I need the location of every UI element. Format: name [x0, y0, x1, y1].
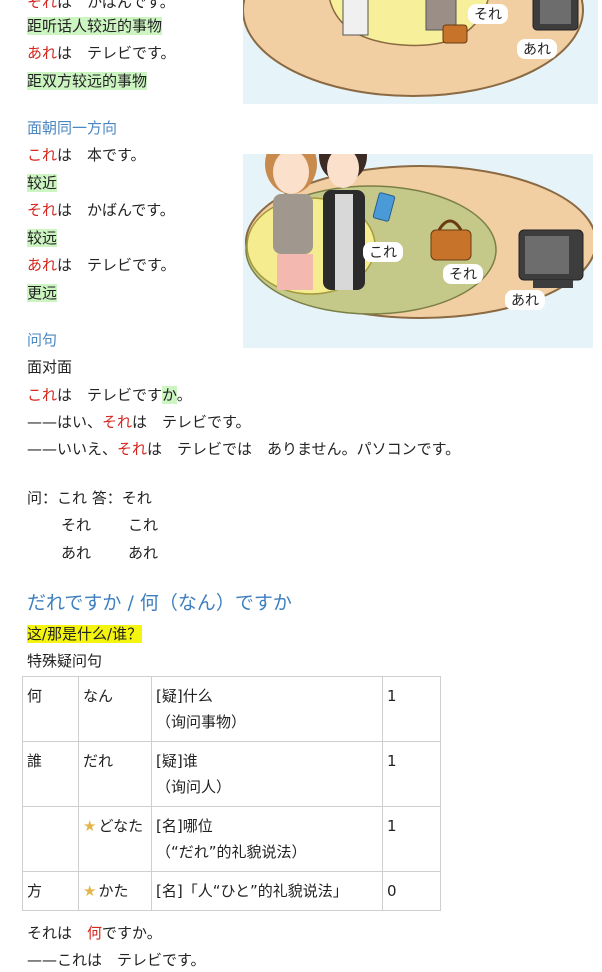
- note-farthest: 更远: [27, 281, 58, 305]
- subtitle-what-who: 这/那是什么/谁？: [27, 622, 143, 646]
- note-far-both: 距双方较远的事物: [27, 69, 148, 93]
- section-title-who-what: だれですか / 何（なん）ですか: [27, 592, 292, 614]
- example-post: ですか。: [102, 924, 162, 942]
- note-farther: 较远: [27, 226, 58, 250]
- sentence-rest: は テレビです。: [57, 256, 176, 274]
- word-are: あれ: [27, 256, 58, 274]
- note-near: 较近: [27, 171, 58, 195]
- sentence-rest: は テレビです: [57, 386, 163, 404]
- qa-row-2-q: それ: [61, 516, 92, 534]
- meaning-text: [疑]什么: [156, 687, 213, 705]
- table-row: 方 ★ かた [名]「人“ひと”的礼貌说法」 0: [22, 871, 441, 911]
- word-sore: それ: [27, 201, 58, 219]
- table-row: 何 なん [疑]什么 （询问事物） 1: [22, 676, 441, 742]
- word-are: あれ: [27, 44, 58, 62]
- example-question: それは 何ですか。: [27, 921, 162, 945]
- qa-row-3-q: あれ: [61, 544, 92, 562]
- sentence-rest: は かばんです。: [57, 0, 175, 11]
- qa-row-3-a: あれ: [128, 544, 159, 562]
- label-sore: それ: [443, 264, 483, 284]
- sentence-rest: は かばんです。: [57, 201, 175, 219]
- label-kore: これ: [363, 242, 403, 262]
- cell-accent: 1: [382, 806, 441, 872]
- cell-accent: 1: [382, 676, 441, 742]
- illustration-same-direction: これ それ あれ: [243, 154, 593, 348]
- meaning-note: （询问事物）: [156, 713, 247, 731]
- star-icon: ★: [83, 882, 97, 900]
- note-text: 更远: [27, 284, 58, 302]
- cell-kanji: [22, 806, 79, 872]
- meaning-text: [名]哪位: [156, 817, 213, 835]
- example-answer: ——これは テレビです。: [27, 951, 206, 969]
- cell-meaning: [疑]什么 （询问事物）: [151, 676, 383, 742]
- label-special-question: 特殊疑问句: [27, 652, 103, 670]
- answer-yes: ——はい、それは テレビです。: [27, 410, 251, 434]
- illustration-face-to-face: それ あれ: [243, 0, 598, 104]
- subtitle-text: 这/那是什么/谁？: [27, 625, 143, 643]
- note-near-listener: 距听话人较近的事物: [27, 14, 163, 38]
- kana-text: どなた: [98, 817, 144, 835]
- sentence-end: 。: [176, 386, 192, 404]
- cell-kana: ★ かた: [78, 871, 152, 911]
- cell-kana: ★ どなた: [78, 806, 152, 872]
- answer-prefix: ——いいえ、: [27, 440, 118, 458]
- note-text: 距双方较远的事物: [27, 72, 148, 90]
- word-sore: それ: [102, 413, 133, 431]
- kana-text: なん: [83, 687, 114, 705]
- cell-kanji: 方: [22, 871, 79, 911]
- cell-kanji: 何: [22, 676, 79, 742]
- label-are: あれ: [517, 39, 557, 59]
- label-are: あれ: [505, 290, 545, 310]
- cell-kanji: 誰: [22, 741, 79, 807]
- label-face-to-face: 面对面: [27, 358, 73, 376]
- answer-rest: は テレビでは ありません。パソコンです。: [147, 440, 461, 458]
- meaning-text: [疑]谁: [156, 752, 198, 770]
- cell-meaning: [疑]谁 （询问人）: [151, 741, 383, 807]
- cell-meaning: [名]「人“ひと”的礼貌说法」: [151, 871, 383, 911]
- meaning-text: [名]「人“ひと”的礼貌说法」: [156, 882, 348, 900]
- note-text: 较近: [27, 174, 58, 192]
- word-sore: それ: [117, 440, 148, 458]
- kana-text: かた: [98, 882, 129, 900]
- table-row: 誰 だれ [疑]谁 （询问人） 1: [22, 741, 441, 807]
- cell-kana: なん: [78, 676, 152, 742]
- sentence-sore-bag-2: それは かばんです。: [27, 198, 175, 222]
- cell-accent: 1: [382, 741, 441, 807]
- qa-row-2-a: これ: [128, 516, 159, 534]
- sentence-kore-book: これは 本です。: [27, 143, 146, 167]
- section-heading-question: 问句: [27, 331, 58, 349]
- word-kore: これ: [27, 146, 58, 164]
- particle-ka: か: [162, 386, 177, 404]
- qa-row-1: 问：これ 答：それ: [27, 489, 152, 507]
- sentence-question: これは テレビですか。: [27, 383, 192, 407]
- meaning-note: （“だれ”的礼貌说法）: [156, 843, 307, 861]
- word-sore: それ: [27, 0, 58, 11]
- example-pre: それは: [27, 924, 88, 942]
- cell-accent: 0: [382, 871, 441, 911]
- illustration-same-direction-svg: [245, 154, 593, 319]
- answer-no: ——いいえ、それは テレビでは ありません。パソコンです。: [27, 437, 460, 461]
- cell-kana: だれ: [78, 741, 152, 807]
- label-sore: それ: [468, 4, 508, 24]
- sentence-are-tv-2: あれは テレビです。: [27, 253, 176, 277]
- sentence-rest: は 本です。: [57, 146, 146, 164]
- word-nan: 何: [87, 924, 103, 942]
- note-text: 距听话人较近的事物: [27, 17, 163, 35]
- word-kore: これ: [27, 386, 58, 404]
- answer-rest: は テレビです。: [132, 413, 251, 431]
- section-heading-same-direction: 面朝同一方向: [27, 119, 118, 137]
- meaning-note: （询问人）: [156, 778, 232, 796]
- sentence-sore-bag: それは かばんです。: [27, 0, 175, 14]
- cell-meaning: [名]哪位 （“だれ”的礼貌说法）: [151, 806, 383, 872]
- sentence-are-tv: あれは テレビです。: [27, 41, 176, 65]
- note-text: 较远: [27, 229, 58, 247]
- vocab-table: 何 なん [疑]什么 （询问事物） 1 誰 だれ [疑]谁 （询问人） 1 ★ どなた…: [22, 676, 441, 911]
- answer-prefix: ——はい、: [27, 413, 103, 431]
- star-icon: ★: [83, 817, 97, 835]
- kana-text: だれ: [83, 752, 114, 770]
- table-row: ★ どなた [名]哪位 （“だれ”的礼貌说法） 1: [22, 806, 441, 872]
- sentence-rest: は テレビです。: [57, 44, 176, 62]
